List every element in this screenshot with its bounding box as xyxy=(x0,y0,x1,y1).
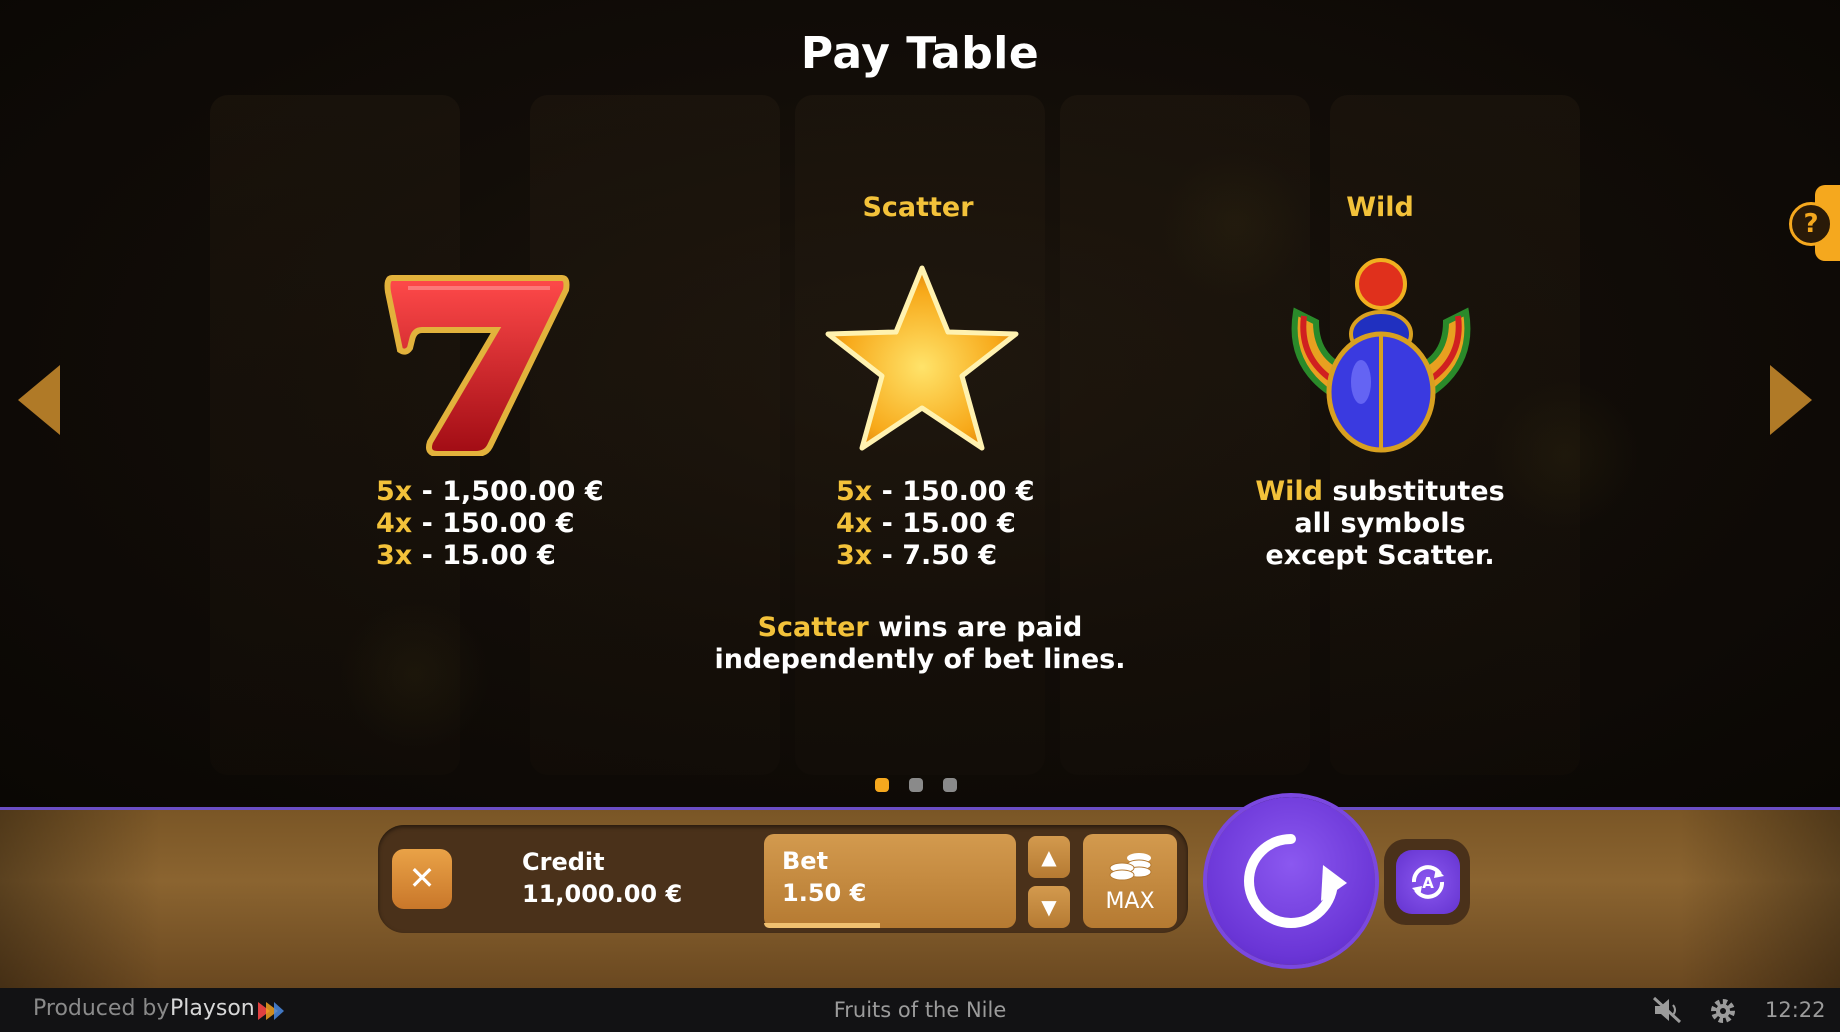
page-dot-active[interactable] xyxy=(875,778,889,792)
payout-list: 5x - 1,500.00 € 4x - 150.00 € 3x - 15.00… xyxy=(376,476,604,572)
bet-label: Bet xyxy=(782,847,829,875)
bet-increase-button[interactable]: ▲ xyxy=(1028,836,1070,878)
payout-row: 4x - 150.00 € xyxy=(376,508,604,540)
settings-gear-icon[interactable] xyxy=(1708,996,1738,1026)
payout-row: 3x - 7.50 € xyxy=(836,540,1035,572)
payout-multiplier: 5x xyxy=(836,476,873,507)
scatter-note-line: independently of bet lines. xyxy=(714,644,1126,675)
bet-level-bar xyxy=(764,923,880,928)
clock: 12:22 xyxy=(1765,998,1826,1022)
payout-multiplier: 3x xyxy=(376,540,413,571)
bet-value: 1.50 € xyxy=(782,879,867,907)
payout-amount: - 7.50 € xyxy=(872,540,998,571)
scatter-note-line: wins are paid xyxy=(868,612,1083,643)
payout-multiplier: 5x xyxy=(376,476,413,507)
game-name: Fruits of the Nile xyxy=(833,998,1007,1022)
credit-label: Credit xyxy=(522,848,605,876)
next-page-arrow-icon[interactable] xyxy=(1770,365,1812,435)
payout-multiplier: 4x xyxy=(376,508,413,539)
game-screen: Pay Table ? Scatter Wild 5x - 1,500.00 €… xyxy=(0,0,1840,1032)
payout-amount: - 150.00 € xyxy=(872,476,1035,507)
faded-symbol xyxy=(340,600,490,750)
scarab-icon xyxy=(1291,258,1471,453)
bar-shade xyxy=(0,810,160,988)
credit-value: 11,000.00 € xyxy=(522,880,683,908)
payout-amount: - 15.00 € xyxy=(872,508,1016,539)
payout-multiplier: 4x xyxy=(836,508,873,539)
payout-amount: - 150.00 € xyxy=(412,508,575,539)
scatter-highlight: Scatter xyxy=(757,612,869,643)
payout-row: 3x - 15.00 € xyxy=(376,540,604,572)
svg-text:A: A xyxy=(1422,874,1434,892)
payout-row: 4x - 15.00 € xyxy=(836,508,1035,540)
bet-decrease-button[interactable]: ▼ xyxy=(1028,886,1070,928)
wild-description-line: all symbols xyxy=(1294,508,1466,539)
star-icon xyxy=(825,265,1019,451)
payout-amount: - 15.00 € xyxy=(412,540,556,571)
payout-multiplier: 3x xyxy=(836,540,873,571)
symbol-name: Scatter xyxy=(862,192,974,223)
bar-shade xyxy=(1680,810,1840,988)
wild-highlight: Wild xyxy=(1255,476,1323,507)
page-dot[interactable] xyxy=(909,778,923,792)
close-button[interactable]: ✕ xyxy=(392,849,452,909)
previous-page-arrow-icon[interactable] xyxy=(18,365,60,435)
mute-icon[interactable] xyxy=(1652,996,1682,1024)
payout-row: 5x - 150.00 € xyxy=(836,476,1035,508)
spin-arrow-icon xyxy=(1244,834,1347,928)
page-dot[interactable] xyxy=(943,778,957,792)
seven-icon xyxy=(384,275,570,456)
page-indicator xyxy=(875,777,977,796)
wild-description-line: substitutes xyxy=(1322,476,1505,507)
max-bet-label: MAX xyxy=(1105,889,1155,914)
wild-description: Wild substitutes all symbols except Scat… xyxy=(1230,476,1530,572)
help-icon[interactable]: ? xyxy=(1789,202,1833,246)
coins-icon xyxy=(1109,853,1152,881)
wild-description-line: except Scatter. xyxy=(1265,540,1495,571)
payout-row: 5x - 1,500.00 € xyxy=(376,476,604,508)
scatter-note: Scatter wins are paid independently of b… xyxy=(620,612,1220,676)
payout-amount: - 1,500.00 € xyxy=(412,476,604,507)
symbol-name: Wild xyxy=(1346,192,1414,223)
page-title: Pay Table xyxy=(800,28,1040,79)
autoplay-icon: A xyxy=(1412,865,1444,899)
payout-list: 5x - 150.00 € 4x - 15.00 € 3x - 7.50 € xyxy=(836,476,1035,572)
